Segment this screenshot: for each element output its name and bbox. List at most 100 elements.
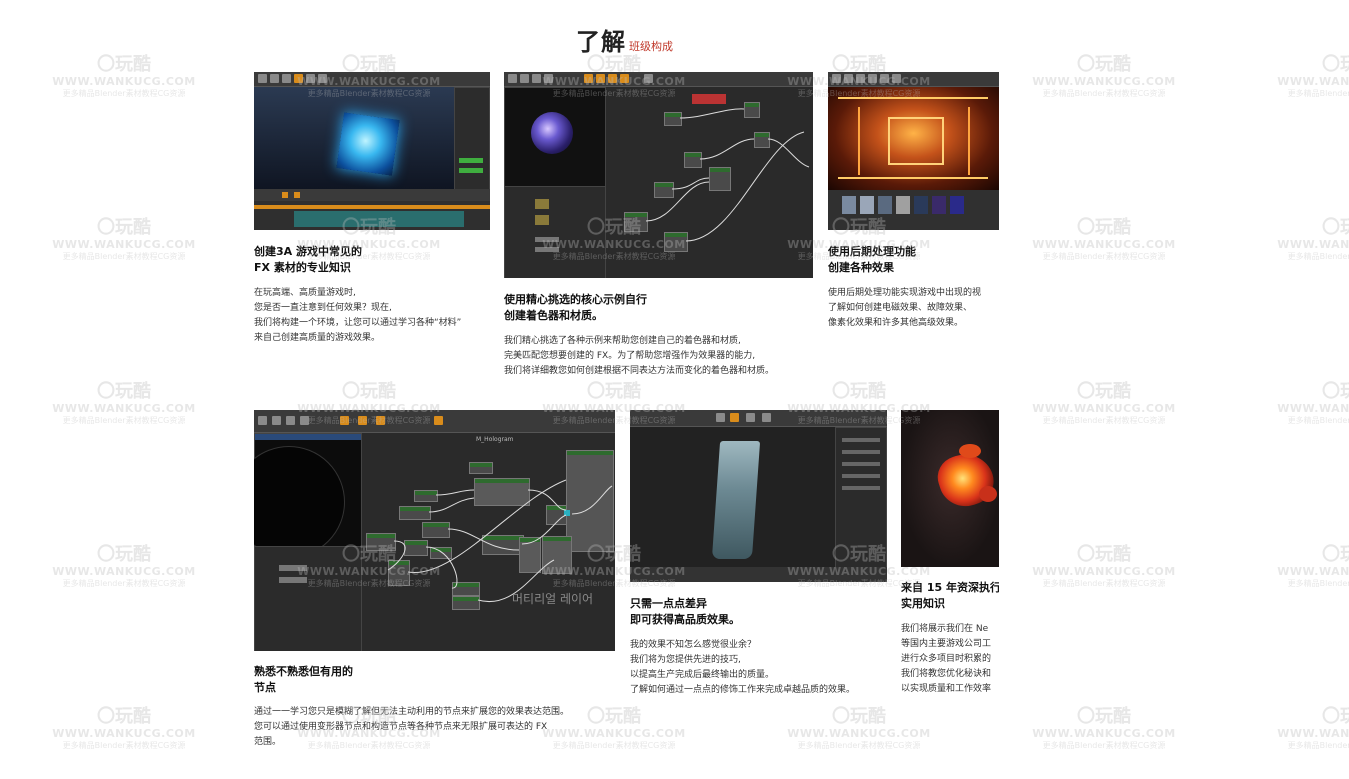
watermark-url: WWW.WANKUCG.COM: [1032, 565, 1176, 578]
card-thumbnail: M_Hologram 머티리얼 레이어: [254, 410, 615, 651]
card-description: 通过一一学习您只是模糊了解但无法主动利用的节点来扩展您的效果表达范围。 您可以通…: [254, 705, 569, 750]
watermark-logo: 〇玩酷: [1322, 217, 1349, 238]
card-description-line: 进行众多项目时积累的: [901, 654, 992, 664]
watermark: 〇玩酷WWW.WANKUCG.COM更多精品Blender素材教程CG资源: [49, 218, 199, 262]
watermark-logo: 〇玩酷: [1322, 544, 1349, 565]
card-description-line: 在玩高端、高质量游戏时,: [254, 288, 356, 298]
watermark-subtitle: 更多精品Blender素材教程CG资源: [1287, 252, 1349, 261]
card-description-line: 了解如何通过一点点的修饰工作来完成卓越品质的效果。: [630, 685, 856, 695]
watermark-url: WWW.WANKUCG.COM: [1277, 402, 1349, 415]
watermark-subtitle: 更多精品Blender素材教程CG资源: [1042, 416, 1166, 425]
watermark-url: WWW.WANKUCG.COM: [1277, 238, 1349, 251]
watermark-subtitle: 更多精品Blender素材教程CG资源: [62, 579, 186, 588]
watermark: 〇玩酷WWW.WANKUCG.COM更多精品Blender素材教程CG资源: [1029, 218, 1179, 262]
watermark: 〇玩酷WWW.WANKUCG.COM更多精品Blender素材教程CG资源: [1274, 55, 1349, 99]
card-description-line: 我们精心挑选了各种示例来帮助您创建自己的着色器和材质,: [504, 336, 741, 346]
card-description-line: 我的效果不知怎么感觉很业余？: [630, 640, 757, 650]
viewport-panel: [630, 427, 835, 567]
card-heading: 熟悉不熟悉但有用的 节点: [254, 664, 353, 696]
watermark-url: WWW.WANKUCG.COM: [1277, 565, 1349, 578]
timeline-toolbar: [254, 189, 490, 201]
card-description-line: 我们将详细教您如何创建根据不同表达方法而变化的着色器和材质。: [504, 366, 775, 376]
card-thumbnail: [901, 410, 999, 567]
card-description-line: 我们将构建一个环境，让您可以通过学习各种“材料”: [254, 318, 462, 328]
section-title-main: 了解: [576, 28, 626, 56]
watermark-logo: 〇玩酷: [1077, 381, 1131, 402]
curriculum-card-5: 只需一点点差异 即可获得高品质效果。 我的效果不知怎么感觉很业余？ 我们将为您提…: [630, 410, 898, 710]
waterfall-mesh: [711, 441, 761, 559]
details-panel: [835, 427, 887, 569]
card-description-line: 您可以通过使用变形器节点和构造节点等各种节点来无限扩展可表达的 FX: [254, 722, 548, 732]
watermark-subtitle: 更多精品Blender素材教程CG资源: [62, 741, 186, 750]
watermark: 〇玩酷WWW.WANKUCG.COM更多精品Blender素材教程CG资源: [1274, 545, 1349, 589]
watermark: 〇玩酷WWW.WANKUCG.COM更多精品Blender素材教程CG资源: [1274, 382, 1349, 426]
card-heading-line: 实用知识: [901, 597, 945, 610]
watermark-subtitle: 更多精品Blender素材教程CG资源: [1287, 741, 1349, 750]
editor-toolbar: [828, 72, 999, 87]
editor-toolbar: [254, 72, 490, 87]
card-description-line: 等国内主要游戏公司工: [901, 639, 992, 649]
watermark-url: WWW.WANKUCG.COM: [1277, 75, 1349, 88]
card-description-line: 像素化效果和许多其他高级效果。: [828, 318, 964, 328]
card-description-line: 我们将为您提供先进的技巧,: [630, 655, 741, 665]
watermark-logo: 〇玩酷: [97, 381, 151, 402]
timeline-track: [254, 201, 490, 230]
watermark-url: WWW.WANKUCG.COM: [52, 75, 196, 88]
card-heading: 只需一点点差异 即可获得高品质效果。: [630, 596, 740, 628]
card-description: 在玩高端、高质量游戏时, 您是否一直注意到任何效果？现在, 我们将构建一个环境，…: [254, 286, 461, 346]
curriculum-card-1: 创建3A 游戏中常见的 FX 素材的专业知识 在玩高端、高质量游戏时, 您是否一…: [254, 72, 494, 362]
watermark: 〇玩酷WWW.WANKUCG.COM更多精品Blender素材教程CG资源: [1029, 545, 1179, 589]
watermark-subtitle: 更多精品Blender素材教程CG资源: [1287, 416, 1349, 425]
curriculum-card-3: 使用后期处理功能 创建各种效果 使用后期处理功能实现游戏中出现的视 了解如何创建…: [828, 72, 999, 342]
card-description-line: 以实现质量和工作效率: [901, 684, 992, 694]
card-heading-line: 使用精心挑选的核心示例自行: [504, 293, 647, 306]
card-heading: 使用精心挑选的核心示例自行 创建着色器和材质。: [504, 292, 647, 324]
timeline-track: [630, 567, 887, 582]
watermark-logo: 〇玩酷: [1077, 54, 1131, 75]
card-heading-line: 节点: [254, 681, 276, 694]
watermark-subtitle: 更多精品Blender素材教程CG资源: [1042, 89, 1166, 98]
watermark-url: WWW.WANKUCG.COM: [1277, 727, 1349, 740]
card-description: 使用后期处理功能实现游戏中出现的视 了解如何创建电磁效果、故障效果、 像素化效果…: [828, 286, 981, 331]
card-description-line: 范围。: [254, 737, 282, 747]
curriculum-card-2: 使用精心挑选的核心示例自行 创建着色器和材质。 我们精心挑选了各种示例来帮助您创…: [504, 72, 824, 387]
fire-fragment: [979, 486, 997, 502]
watermark-url: WWW.WANKUCG.COM: [52, 238, 196, 251]
curriculum-card-4: M_Hologram 머티리얼 레이어 熟悉不熟悉但有用的 节点 通过一一学习您…: [254, 410, 624, 779]
watermark-url: WWW.WANKUCG.COM: [1032, 75, 1176, 88]
watermark-subtitle: 更多精品Blender素材教程CG资源: [1042, 579, 1166, 588]
content-browser: [828, 190, 999, 230]
card-heading: 创建3A 游戏中常见的 FX 素材的专业知识: [254, 244, 362, 276]
card-description-line: 完美匹配您想要创建的 FX。为了帮助您增强作为效果器的能力,: [504, 351, 756, 361]
card-heading: 使用后期处理功能 创建各种效果: [828, 244, 916, 276]
card-description-line: 以提高生产完成后最终输出的质量。: [630, 670, 775, 680]
card-description-line: 我们将教您优化秘诀和: [901, 669, 992, 679]
watermark: 〇玩酷WWW.WANKUCG.COM更多精品Blender素材教程CG资源: [1029, 707, 1179, 751]
sci-fi-corridor-scene: [828, 87, 999, 190]
card-description-line: 您是否一直注意到任何效果？现在,: [254, 303, 392, 313]
watermark-subtitle: 更多精品Blender素材教程CG资源: [62, 89, 186, 98]
watermark: 〇玩酷WWW.WANKUCG.COM更多精品Blender素材教程CG资源: [1274, 218, 1349, 262]
watermark: 〇玩酷WWW.WANKUCG.COM更多精品Blender素材教程CG资源: [1029, 55, 1179, 99]
watermark: 〇玩酷WWW.WANKUCG.COM更多精品Blender素材教程CG资源: [49, 55, 199, 99]
card-description: 我们精心挑选了各种示例来帮助您创建自己的着色器和材质, 完美匹配您想要创建的 F…: [504, 334, 774, 379]
watermark-url: WWW.WANKUCG.COM: [52, 727, 196, 740]
card-description-line: 来自己创建高质量的游戏效果。: [254, 333, 381, 343]
card-heading-line: FX 素材的专业知识: [254, 261, 351, 274]
section-title: 了解 班级构成: [576, 22, 673, 57]
watermark-logo: 〇玩酷: [97, 544, 151, 565]
card-thumbnail: [254, 72, 490, 230]
card-thumbnail: [504, 72, 813, 278]
watermark-url: WWW.WANKUCG.COM: [52, 565, 196, 578]
watermark-url: WWW.WANKUCG.COM: [1032, 402, 1176, 415]
watermark-logo: 〇玩酷: [1322, 54, 1349, 75]
card-heading-line: 创建各种效果: [828, 261, 894, 274]
watermark: 〇玩酷WWW.WANKUCG.COM更多精品Blender素材教程CG资源: [49, 545, 199, 589]
details-panel: [454, 87, 490, 191]
card-description: 我们将展示我们在 Ne 等国内主要游戏公司工 进行众多项目时积累的 我们将教您优…: [901, 622, 991, 697]
card-thumbnail: [630, 410, 887, 582]
card-description-line: 了解如何创建电磁效果、故障效果、: [828, 303, 973, 313]
card-thumbnail: [828, 72, 999, 230]
section-title-sub: 班级构成: [629, 40, 673, 53]
watermark-url: WWW.WANKUCG.COM: [1032, 727, 1176, 740]
